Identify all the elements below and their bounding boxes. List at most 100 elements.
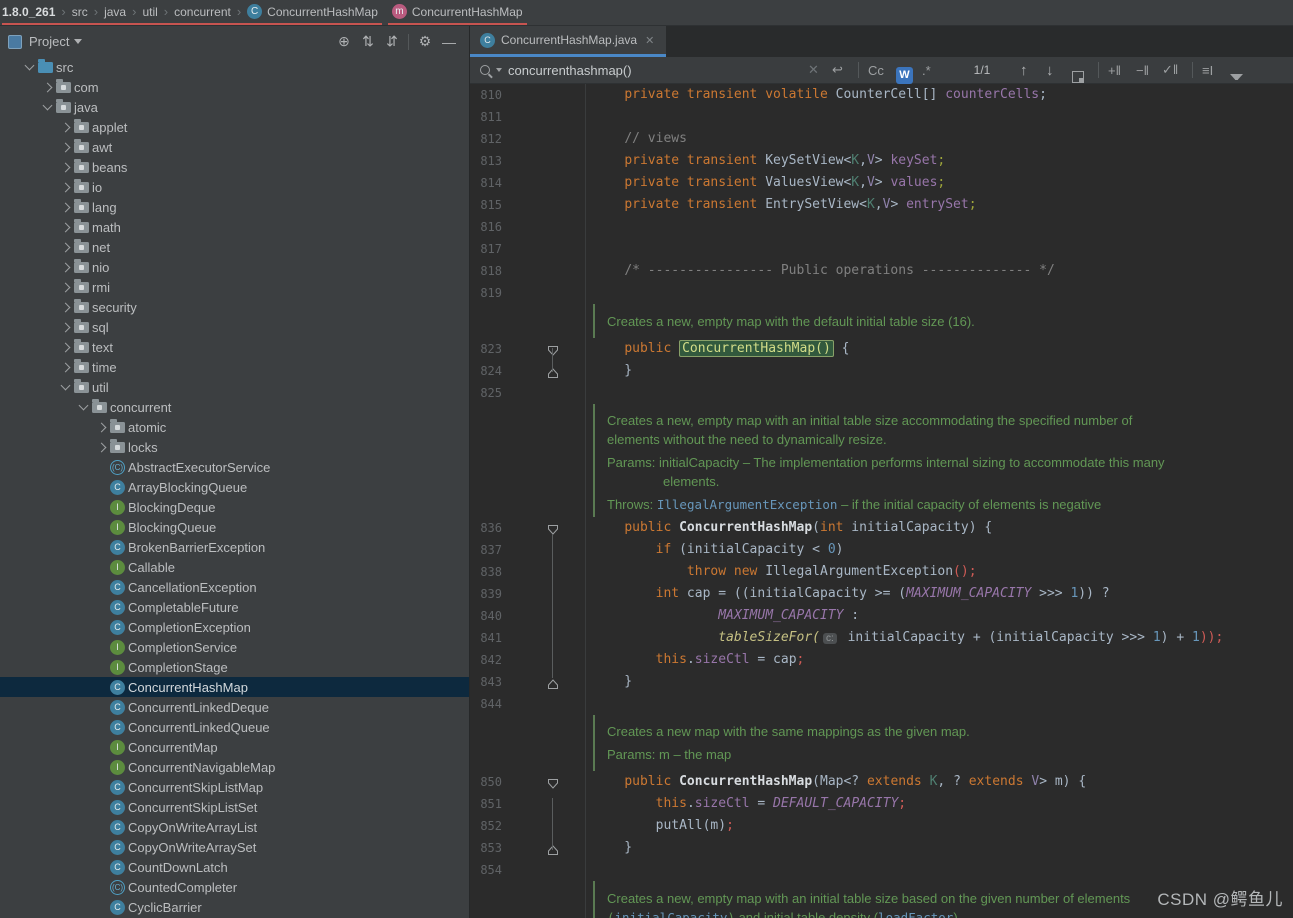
fold-open-icon[interactable] [547,343,559,355]
line-number[interactable]: 843 [478,671,502,693]
line-number[interactable]: 840 [478,605,502,627]
chevron-down-icon[interactable] [40,99,56,115]
chevron-right-icon[interactable] [58,299,74,315]
tree-item-brokenbarrierexception[interactable]: CBrokenBarrierException [0,537,469,557]
hide-panel-icon[interactable]: — [437,34,461,50]
tree-item-countdownlatch[interactable]: CCountDownLatch [0,857,469,877]
line-number[interactable]: 854 [478,859,502,881]
project-title[interactable]: Project [29,34,69,49]
tree-item-src[interactable]: src [0,57,469,77]
breadcrumb-item-concurrent[interactable]: concurrent [170,5,235,19]
line-number[interactable]: 851 [478,793,502,815]
code-editor[interactable]: 810 private transient volatile CounterCe… [470,84,1293,918]
locate-icon[interactable]: ⊕ [332,33,356,50]
breadcrumb-item-util[interactable]: util [138,5,161,19]
line-number[interactable]: 838 [478,561,502,583]
chevron-right-icon[interactable] [58,219,74,235]
chevron-right-icon[interactable] [58,139,74,155]
select-all-occurrences-icon[interactable]: ✓ǁ [1162,57,1178,83]
breadcrumb-item-1-8-0-261[interactable]: 1.8.0_261 [2,5,59,19]
tree-item-beans[interactable]: beans [0,157,469,177]
close-tab-icon[interactable]: ✕ [645,34,654,47]
chevron-right-icon[interactable] [40,79,56,95]
line-number[interactable]: 836 [478,517,502,539]
previous-occurrence-icon[interactable]: ↑ [1020,57,1028,83]
fold-close-icon[interactable] [547,676,559,688]
line-number[interactable]: 839 [478,583,502,605]
line-number[interactable]: 824 [478,360,502,382]
line-number[interactable]: 850 [478,771,502,793]
breadcrumb-item-java[interactable]: java [100,5,130,19]
breadcrumb-item-src[interactable]: src [68,5,92,19]
chevron-right-icon[interactable] [58,179,74,195]
tree-item-callable[interactable]: ICallable [0,557,469,577]
tree-item-copyonwritearrayset[interactable]: CCopyOnWriteArraySet [0,837,469,857]
tree-item-nio[interactable]: nio [0,257,469,277]
tree-item-rmi[interactable]: rmi [0,277,469,297]
tree-item-completionstage[interactable]: ICompletionStage [0,657,469,677]
chevron-right-icon[interactable] [58,319,74,335]
newline-icon[interactable]: ↩ [832,57,843,83]
tree-item-concurrentlinkedqueue[interactable]: CConcurrentLinkedQueue [0,717,469,737]
chevron-right-icon[interactable] [58,359,74,375]
search-icon[interactable] [480,57,490,83]
tree-item-cyclicbarrier[interactable]: CCyclicBarrier [0,897,469,917]
expand-all-icon[interactable]: ⇅ [356,33,380,50]
tree-item-security[interactable]: security [0,297,469,317]
chevron-right-icon[interactable] [58,119,74,135]
tree-item-concurrentskiplistset[interactable]: CConcurrentSkipListSet [0,797,469,817]
line-number[interactable]: 814 [478,172,502,194]
tree-item-atomic[interactable]: atomic [0,417,469,437]
line-number[interactable]: 819 [478,282,502,304]
tree-item-concurrentnavigablemap[interactable]: IConcurrentNavigableMap [0,757,469,777]
clear-search-icon[interactable]: ✕ [808,57,819,83]
tree-item-blockingdeque[interactable]: IBlockingDeque [0,497,469,517]
line-number[interactable]: 815 [478,194,502,216]
tree-item-concurrentlinkeddeque[interactable]: CConcurrentLinkedDeque [0,697,469,717]
tree-item-java[interactable]: java [0,97,469,117]
collapse-all-icon[interactable]: ⇵ [380,33,404,50]
chevron-down-icon[interactable] [58,379,74,395]
breadcrumb-item-concurrenthashmap[interactable]: CConcurrentHashMap [243,4,382,19]
regex-toggle[interactable]: .* [922,57,931,83]
chevron-down-icon[interactable] [22,59,38,75]
tree-item-cancellationexception[interactable]: CCancellationException [0,577,469,597]
chevron-right-icon[interactable] [58,199,74,215]
line-number[interactable]: 842 [478,649,502,671]
fold-open-icon[interactable] [547,776,559,788]
chevron-right-icon[interactable] [58,159,74,175]
breadcrumb-item-concurrenthashmap[interactable]: mConcurrentHashMap [388,4,527,19]
tree-item-com[interactable]: com [0,77,469,97]
chevron-down-icon[interactable] [74,39,82,44]
tree-item-math[interactable]: math [0,217,469,237]
line-number[interactable]: 853 [478,837,502,859]
tree-item-text[interactable]: text [0,337,469,357]
line-number[interactable]: 823 [478,338,502,360]
search-input[interactable]: concurrenthashmap() [508,57,632,83]
tree-item-blockingqueue[interactable]: IBlockingQueue [0,517,469,537]
tree-item-arrayblockingqueue[interactable]: CArrayBlockingQueue [0,477,469,497]
tree-item-util[interactable]: util [0,377,469,397]
settings-gear-icon[interactable]: ⚙ [413,33,437,50]
line-number[interactable]: 816 [478,216,502,238]
chevron-right-icon[interactable] [58,239,74,255]
search-history-caret-icon[interactable] [496,57,502,83]
tree-item-concurrenthashmap[interactable]: CConcurrentHashMap [0,677,469,697]
chevron-right-icon[interactable] [94,439,110,455]
tree-item-completionexception[interactable]: CCompletionException [0,617,469,637]
tree-item-awt[interactable]: awt [0,137,469,157]
line-number[interactable]: 841 [478,627,502,649]
search-options-icon[interactable]: ≡I [1202,57,1213,83]
line-number[interactable]: 817 [478,238,502,260]
fold-close-icon[interactable] [547,365,559,377]
tab-concurrenthashmap-java[interactable]: C ConcurrentHashMap.java ✕ [470,26,666,57]
tree-item-lang[interactable]: lang [0,197,469,217]
tree-item-completablefuture[interactable]: CCompletableFuture [0,597,469,617]
tree-item-concurrent[interactable]: concurrent [0,397,469,417]
chevron-down-icon[interactable] [76,399,92,415]
match-case-toggle[interactable]: Cc [868,57,884,83]
tree-item-completionservice[interactable]: ICompletionService [0,637,469,657]
chevron-right-icon[interactable] [58,339,74,355]
tree-item-io[interactable]: io [0,177,469,197]
line-number[interactable]: 852 [478,815,502,837]
